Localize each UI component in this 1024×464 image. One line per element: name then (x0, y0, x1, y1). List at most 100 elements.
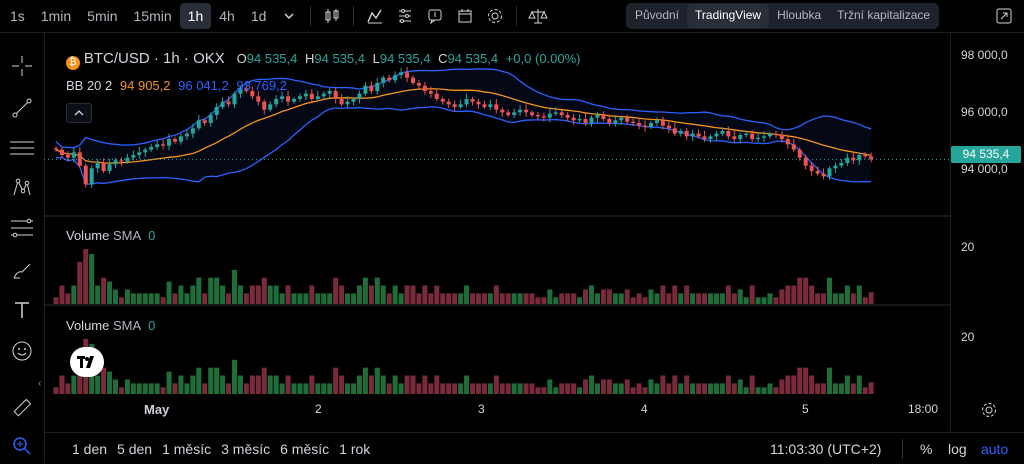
volume-bar (267, 375, 273, 394)
candle-body (839, 163, 844, 166)
candle-body (167, 139, 172, 146)
range-2[interactable]: 1 měsíc (162, 441, 211, 457)
volume-bar (273, 375, 279, 394)
sma-value: 0 (148, 228, 156, 243)
pattern-icon[interactable] (7, 173, 37, 203)
volume-bar (172, 383, 178, 394)
fullscreen-icon[interactable] (992, 4, 1016, 28)
volume-bar (422, 375, 428, 394)
volume-bar (803, 367, 809, 394)
candle-body (309, 93, 314, 99)
volume-bar (511, 383, 517, 394)
indicators-icon[interactable] (362, 3, 388, 29)
volume-bar (773, 387, 779, 394)
time-tick-1800: 18:00 (908, 402, 939, 416)
candle-style-icon[interactable] (319, 3, 345, 29)
settings-gear-icon[interactable] (482, 3, 508, 29)
volume-label: Volume (66, 228, 110, 243)
range-3[interactable]: 3 měsíc (221, 441, 270, 457)
bollinger-legend[interactable]: BB 20 2 94 905,2 96 041,2 93 769,2 (66, 78, 287, 93)
volume-legend-2[interactable]: Volume SMA 0 (66, 318, 155, 333)
candle-body (649, 123, 653, 127)
percent-toggle[interactable]: % (920, 441, 932, 457)
auto-toggle[interactable]: auto (981, 441, 1008, 457)
range-0[interactable]: 1 den (72, 441, 107, 457)
view-tab-0[interactable]: Původní (627, 4, 687, 28)
view-tab-3[interactable]: Tržní kapitalizace (829, 4, 938, 28)
horizontal-lines-icon[interactable] (7, 133, 37, 163)
time-axis[interactable]: May 2 3 4 5 18:00 (44, 398, 950, 422)
view-tab-2[interactable]: Hloubka (769, 4, 829, 28)
volume-bar (59, 285, 65, 304)
volume-legend-1[interactable]: Volume SMA 0 (66, 228, 155, 243)
replay-calendar-icon[interactable] (452, 3, 478, 29)
axis-settings-gear-icon[interactable] (980, 401, 1000, 421)
candle-body (107, 164, 112, 171)
range-4[interactable]: 6 měsíc (280, 441, 329, 457)
volume-bar (172, 293, 178, 304)
interval-dropdown-chevron-icon[interactable] (276, 3, 302, 29)
volume-bar (113, 289, 118, 304)
symbol-title[interactable]: BTC/USD · 1h · OKX (84, 50, 225, 67)
clock-timezone[interactable]: 11:03:30 (UTC+2) (770, 441, 881, 457)
timeframe-5min[interactable]: 5min (79, 3, 125, 29)
candle-body (494, 104, 499, 110)
compare-scale-icon[interactable] (525, 3, 551, 29)
volume-bar (577, 387, 583, 394)
volume-bar (464, 375, 470, 394)
low-label: L (372, 51, 380, 66)
volume-bar (243, 293, 249, 304)
emoji-icon[interactable] (7, 336, 37, 366)
volume-bar (440, 293, 446, 304)
timeframe-1h[interactable]: 1h (179, 3, 212, 29)
volume-bar (815, 293, 821, 304)
volume-bar (737, 379, 743, 394)
price-axis[interactable]: 98 000,0 96 000,0 94 000,0 20 20 (950, 33, 1024, 431)
volume-bar (571, 293, 577, 304)
volume-bar (725, 285, 731, 304)
zoom-icon[interactable] (7, 431, 37, 461)
fib-retracement-icon[interactable] (7, 213, 37, 243)
trend-line-icon[interactable] (7, 93, 37, 123)
candle-body (399, 72, 404, 75)
candle-body (583, 119, 588, 123)
timeframe-1d[interactable]: 1d (243, 3, 275, 29)
volume-bar (142, 383, 148, 394)
view-tab-1[interactable]: TradingView (687, 4, 770, 28)
candle-body (631, 121, 636, 123)
volume-bar (493, 285, 499, 304)
log-toggle[interactable]: log (948, 441, 967, 457)
timeframe-15min[interactable]: 15min (126, 3, 180, 29)
ruler-icon[interactable] (7, 393, 37, 423)
volume-bar (392, 285, 398, 304)
volume-bar (166, 371, 172, 394)
text-tool-icon[interactable] (7, 295, 37, 325)
templates-icon[interactable] (392, 3, 418, 29)
chevron-up-icon (74, 110, 84, 116)
crosshair-icon[interactable] (7, 51, 37, 81)
volume-bar (529, 383, 535, 394)
candle-body (714, 133, 719, 137)
timeframe-1s[interactable]: 1s (2, 3, 33, 29)
candle-body (184, 133, 189, 137)
timeframe-4h[interactable]: 4h (211, 3, 243, 29)
brush-icon[interactable] (7, 255, 37, 285)
volume-bar (458, 293, 464, 304)
tradingview-logo-icon[interactable] (70, 347, 104, 377)
timeframe-1min[interactable]: 1min (33, 3, 79, 29)
candle-body (476, 101, 481, 105)
bb-label: BB 20 2 (66, 78, 113, 93)
volume-bar (416, 293, 422, 304)
volume-bar (220, 375, 226, 394)
volume-bar (862, 297, 868, 304)
volume-bar (148, 293, 154, 304)
collapse-legend-button[interactable] (66, 103, 92, 123)
volume-bar (124, 289, 130, 304)
range-5[interactable]: 1 rok (339, 441, 370, 457)
range-1[interactable]: 5 den (117, 441, 152, 457)
toolbar-collapse-icon[interactable]: ‹ (38, 378, 41, 389)
alert-icon[interactable] (422, 3, 448, 29)
candle-body (262, 101, 267, 110)
candle-body (589, 117, 594, 123)
candle-body (375, 83, 380, 91)
